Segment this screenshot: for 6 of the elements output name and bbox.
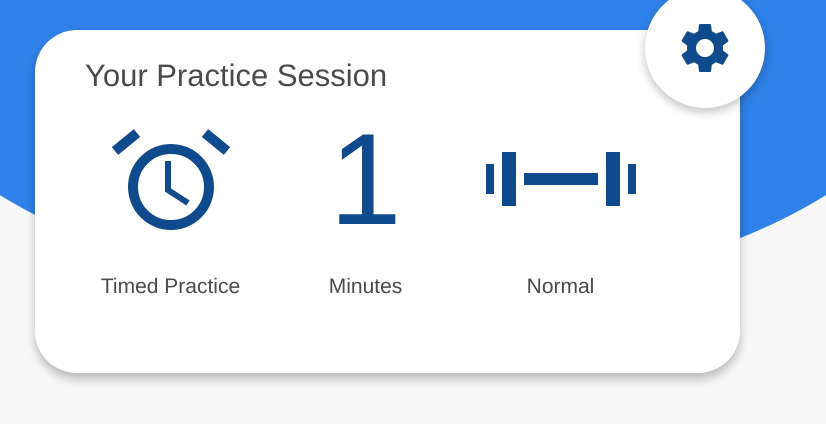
dumbbell-icon	[486, 149, 636, 209]
minutes-value: 1	[329, 114, 402, 244]
option-label: Normal	[526, 274, 594, 300]
option-label: Minutes	[328, 274, 402, 300]
option-label: Timed Practice	[100, 274, 240, 300]
card-title: Your Practice Session	[85, 60, 388, 91]
